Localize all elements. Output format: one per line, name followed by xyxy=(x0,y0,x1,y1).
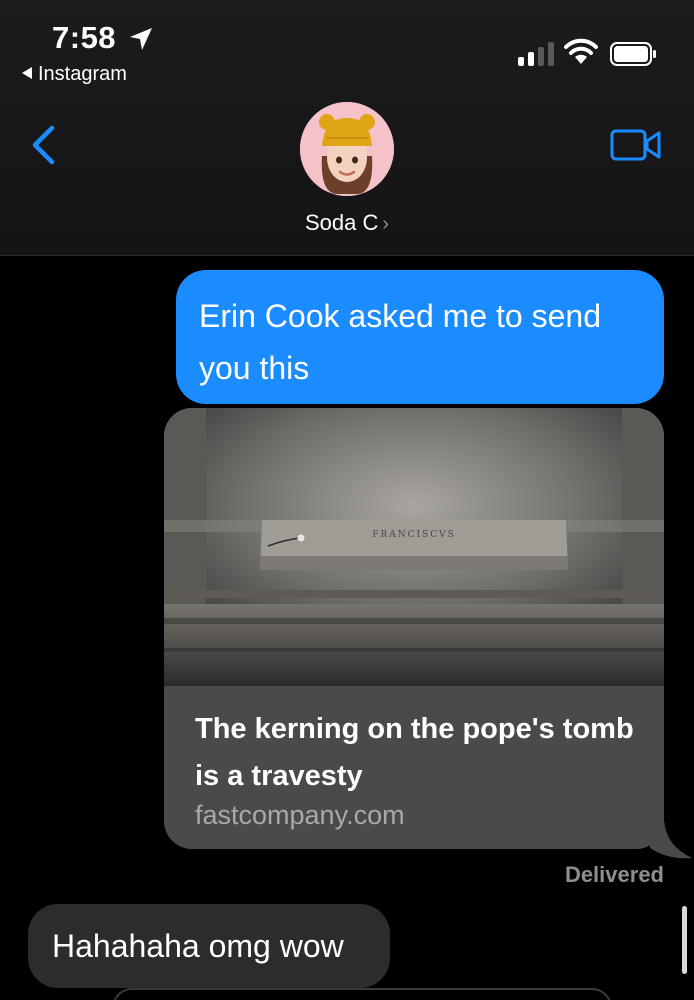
contact-name-button[interactable]: Soda C › xyxy=(0,210,694,236)
chevron-right-icon: › xyxy=(382,213,390,235)
link-preview-domain: fastcompany.com xyxy=(195,800,405,830)
location-arrow-icon xyxy=(130,28,152,50)
cellular-signal-icon xyxy=(518,40,554,66)
incoming-message-text: Hahahaha omg wow xyxy=(52,928,344,964)
scrollbar[interactable] xyxy=(682,906,687,974)
contact-avatar[interactable] xyxy=(300,102,394,196)
tomb-inscription: FRANCISCVS xyxy=(372,530,456,540)
battery-icon xyxy=(610,42,656,66)
status-time: 7:58 xyxy=(52,20,117,55)
link-preview-meta: The kerning on the pope's tomb is a trav… xyxy=(164,686,664,849)
incoming-message-bubble[interactable]: Hahahaha omg wow xyxy=(28,904,390,988)
link-preview-title: The kerning on the pope's tomb is a trav… xyxy=(195,713,634,792)
memoji-avatar-icon xyxy=(300,102,394,196)
outgoing-message-line-1: Erin Cook asked me to send xyxy=(199,298,601,334)
link-preview-image: FRANCISCVS xyxy=(164,408,664,686)
chevron-left-icon[interactable] xyxy=(30,124,56,166)
back-triangle-icon xyxy=(22,67,32,79)
outgoing-message-bubble[interactable]: Erin Cook asked me to send you this xyxy=(176,270,664,404)
conversation-header: 7:58 Instagram Soda C › xyxy=(0,0,694,256)
back-to-app-link[interactable]: Instagram xyxy=(22,63,127,86)
delivered-status: Delivered xyxy=(564,862,664,887)
video-camera-icon[interactable] xyxy=(610,126,662,164)
message-compose-field[interactable] xyxy=(112,988,612,1000)
wifi-icon xyxy=(564,38,598,64)
outgoing-message-line-2: you this xyxy=(199,350,310,386)
link-preview-card[interactable]: FRANCISCVS The kerning on the pope's tom… xyxy=(164,408,664,849)
contact-name: Soda C xyxy=(304,210,379,235)
back-app-label: Instagram xyxy=(38,63,127,85)
bubble-tail xyxy=(650,820,692,859)
